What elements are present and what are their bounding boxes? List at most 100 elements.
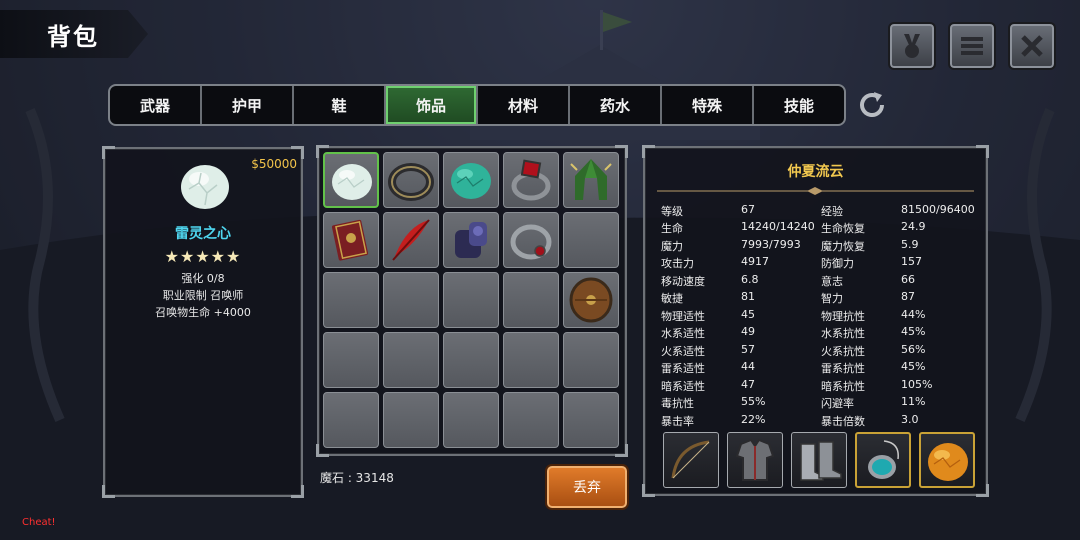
stat-label: 防御力: [821, 257, 854, 270]
inventory-slot[interactable]: [503, 212, 559, 268]
close-button[interactable]: [1008, 22, 1056, 70]
silver-ring-icon: [510, 224, 552, 260]
inventory-slot[interactable]: [383, 152, 439, 208]
inventory-slot[interactable]: [443, 152, 499, 208]
equip-slot-armor[interactable]: [727, 432, 783, 488]
stat-label: 智力: [821, 292, 843, 305]
stat-value: 14240/14240: [741, 220, 815, 233]
stat-label: 雷系适性: [661, 362, 705, 375]
inventory-slot[interactable]: [503, 152, 559, 208]
character-name: 仲夏流云: [787, 164, 844, 180]
menu-icon: [961, 37, 983, 55]
close-icon: [1021, 35, 1043, 57]
inventory-slot[interactable]: [563, 332, 619, 388]
equipment-slots: [663, 432, 975, 488]
stat-label: 生命: [661, 222, 683, 235]
tab-skill[interactable]: 技能: [754, 86, 844, 124]
stat-value: 3.0: [901, 413, 919, 426]
ornament-divider: [657, 187, 974, 195]
refresh-icon[interactable]: [854, 87, 890, 123]
white-stone-icon: [181, 165, 229, 209]
stat-value: 22%: [741, 413, 766, 426]
stat-value: 5.9: [901, 238, 919, 251]
character-stats-panel: 仲夏流云 等级 67 经验 81500/96400 生命 14240/14240…: [642, 145, 989, 497]
inventory-slot[interactable]: [443, 212, 499, 268]
tab-potion[interactable]: 药水: [570, 86, 662, 124]
inventory-slot[interactable]: [563, 272, 619, 328]
inventory-slot[interactable]: [323, 212, 379, 268]
inventory-slot[interactable]: [563, 152, 619, 208]
inventory-slot[interactable]: [443, 392, 499, 448]
medal-button[interactable]: [888, 22, 936, 70]
inventory-slot[interactable]: [323, 332, 379, 388]
tab-accessory[interactable]: 饰品: [386, 86, 478, 124]
stat-value: 105%: [901, 378, 933, 391]
equip-slot-stone[interactable]: [919, 432, 975, 488]
stat-label: 魔力恢复: [821, 240, 865, 253]
stat-value: 87: [901, 290, 915, 303]
stat-value: 7993/7993: [741, 238, 801, 251]
inventory-slot[interactable]: [443, 272, 499, 328]
stat-label: 暴击倍数: [821, 415, 865, 428]
inventory-slot[interactable]: [503, 332, 559, 388]
stat-label: 火系抗性: [821, 345, 865, 358]
page-title: 背包: [47, 23, 99, 51]
green-stone-icon: [451, 163, 491, 199]
inventory-slot[interactable]: [443, 332, 499, 388]
stat-label: 暗系适性: [661, 380, 705, 393]
stat-label: 暗系抗性: [821, 380, 865, 393]
white-stone-icon: [332, 164, 372, 200]
item-stars: ★★★★★: [164, 247, 242, 266]
stat-label: 等级: [661, 205, 683, 218]
stat-value: 57: [741, 343, 755, 356]
inventory-slot[interactable]: [383, 272, 439, 328]
tab-armor[interactable]: 护甲: [202, 86, 294, 124]
medal-icon: [904, 34, 920, 58]
tab-special[interactable]: 特殊: [662, 86, 754, 124]
stat-value: 11%: [901, 395, 926, 408]
item-job-limit: 职业限制 召唤师: [162, 289, 244, 302]
purple-gauntlet-icon: [455, 222, 487, 258]
equip-slot-weapon[interactable]: [663, 432, 719, 488]
equip-slot-amulet[interactable]: [855, 432, 911, 488]
stat-label: 物理适性: [661, 310, 705, 323]
teal-amulet-icon: [868, 440, 899, 479]
inventory-slot[interactable]: [563, 392, 619, 448]
stat-label: 水系抗性: [821, 327, 865, 340]
stat-label: 闪避率: [821, 397, 854, 410]
tab-material[interactable]: 材料: [478, 86, 570, 124]
stat-value: 47: [741, 378, 755, 391]
inventory-slot[interactable]: [383, 332, 439, 388]
stat-label: 敏捷: [661, 292, 683, 305]
menu-button[interactable]: [948, 22, 996, 70]
tab-weapon[interactable]: 武器: [110, 86, 202, 124]
inventory-panel: [316, 145, 628, 457]
inventory-slot[interactable]: [563, 212, 619, 268]
dark-ring-icon: [388, 163, 434, 201]
inventory-slot[interactable]: [503, 392, 559, 448]
inventory-slot[interactable]: [323, 152, 379, 208]
stat-value: 66: [901, 273, 915, 286]
stat-value: 44: [741, 360, 755, 373]
stat-label: 物理抗性: [821, 310, 865, 323]
equip-slot-boots[interactable]: [791, 432, 847, 488]
tab-shoes[interactable]: 鞋: [294, 86, 386, 124]
inventory-slot[interactable]: [383, 392, 439, 448]
cheat-label[interactable]: Cheat!: [22, 517, 56, 528]
inventory-slot[interactable]: [383, 212, 439, 268]
item-enhance: 强化 0/8: [181, 272, 225, 285]
item-price: $50000: [251, 157, 297, 171]
stat-value: 4917: [741, 255, 769, 268]
stat-value: 49: [741, 325, 755, 338]
category-tabs: 武器 护甲 鞋 饰品 材料 药水 特殊 技能: [108, 84, 846, 126]
stat-label: 经验: [821, 205, 843, 218]
inventory-slot[interactable]: [323, 272, 379, 328]
stat-label: 水系适性: [661, 327, 705, 340]
item-bonus: 召唤物生命 +4000: [155, 306, 251, 319]
inventory-slot[interactable]: [503, 272, 559, 328]
round-shield-icon: [569, 277, 613, 323]
inventory-slot[interactable]: [323, 392, 379, 448]
magic-stone-count: 魔石 : 33148: [320, 471, 394, 485]
boots-icon: [800, 441, 842, 481]
discard-button[interactable]: 丢弃: [547, 466, 627, 508]
